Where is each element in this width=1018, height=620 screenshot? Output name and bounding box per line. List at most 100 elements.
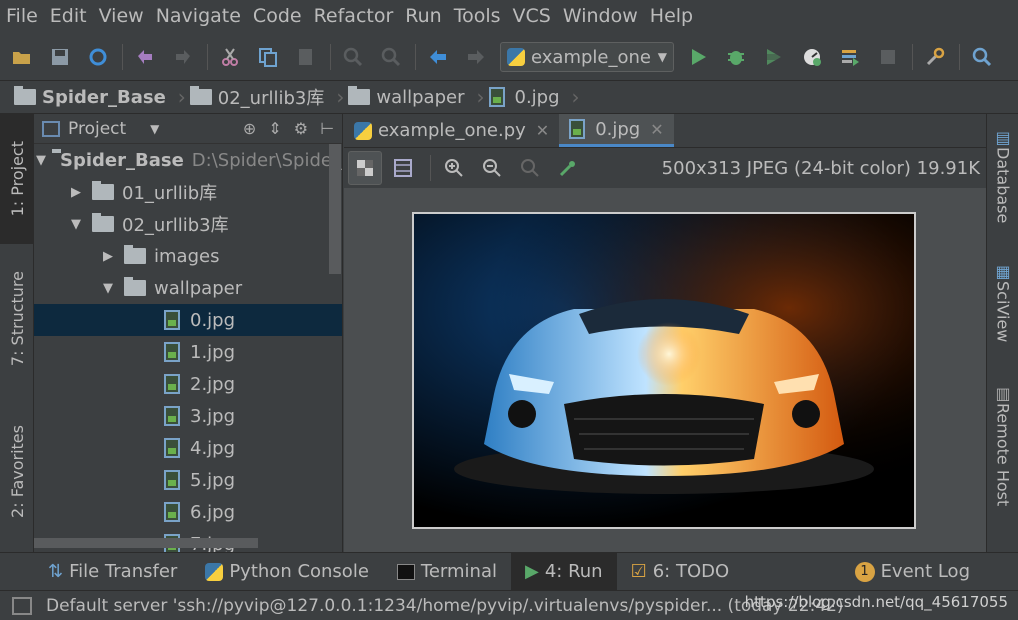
tab-database-label: Database — [993, 147, 1013, 224]
tree-item-file[interactable]: 5.jpg — [34, 464, 342, 496]
menu-tools[interactable]: Tools — [454, 5, 501, 27]
tab-label: example_one.py — [378, 120, 526, 141]
debug-icon[interactable] — [722, 43, 750, 71]
tree-item-folder[interactable]: ▶ 01_urllib库 — [34, 176, 342, 208]
color-picker-button[interactable] — [551, 151, 585, 185]
menu-view[interactable]: View — [99, 5, 144, 27]
toolbar-separator — [207, 44, 208, 70]
concurrency-icon[interactable] — [836, 43, 864, 71]
tree-item-file[interactable]: 3.jpg — [34, 400, 342, 432]
run-configuration-select[interactable]: example_one ▼ — [500, 42, 674, 72]
tab-python-console[interactable]: Python Console — [191, 553, 383, 591]
image-file-icon — [164, 470, 180, 490]
grid-icon — [394, 159, 412, 177]
tab-project[interactable]: 1: Project — [0, 114, 34, 244]
search-everywhere-icon[interactable] — [968, 43, 996, 71]
expand-arrow-icon[interactable]: ▼ — [36, 153, 46, 168]
collapse-icon[interactable]: ⇕ — [268, 119, 281, 138]
image-file-icon — [164, 374, 180, 394]
zoom-out-button[interactable] — [475, 151, 509, 185]
tree-item-folder[interactable]: ▶ images — [34, 240, 342, 272]
breadcrumb-item-file[interactable]: 0.jpg — [488, 87, 560, 108]
menu-run[interactable]: Run — [405, 5, 441, 27]
project-panel: Project ▼ ⊕ ⇕ ⚙ ⊢ ▼ Spider_Base D:\Spide… — [34, 114, 343, 552]
chevron-right-icon: › — [571, 85, 580, 109]
right-tool-strip: ▤ Database ▦ SciView ▥ Remote Host — [986, 114, 1018, 552]
tab-file-transfer[interactable]: ⇅ File Transfer — [34, 553, 191, 591]
tree-item-folder[interactable]: ▼ 02_urllib3库 — [34, 208, 342, 240]
folder-icon — [92, 181, 114, 200]
menu-navigate[interactable]: Navigate — [156, 5, 241, 27]
open-folder-icon[interactable] — [8, 43, 36, 71]
run-configuration-label: example_one — [531, 46, 651, 68]
chevron-down-icon[interactable]: ▼ — [150, 122, 159, 136]
tab-image[interactable]: 0.jpg ✕ — [559, 114, 674, 147]
coverage-icon[interactable] — [760, 43, 788, 71]
paste-icon[interactable] — [292, 43, 320, 71]
menu-refactor[interactable]: Refactor — [314, 5, 394, 27]
menu-file[interactable]: File — [6, 5, 38, 27]
save-icon[interactable] — [46, 43, 74, 71]
find-icon[interactable] — [339, 43, 367, 71]
breadcrumb-item-folder[interactable]: 02_urllib3库 — [189, 84, 324, 110]
chessboard-toggle[interactable] — [348, 151, 382, 185]
tab-todo[interactable]: ☑ 6: TODO — [617, 553, 744, 591]
tab-run[interactable]: ▶ 4: Run — [510, 552, 617, 591]
menu-code[interactable]: Code — [253, 5, 302, 27]
toggle-tool-windows-icon[interactable] — [12, 596, 32, 615]
tab-terminal[interactable]: Terminal — [383, 553, 511, 591]
profile-icon[interactable] — [798, 43, 826, 71]
tree-item-folder[interactable]: ▼ wallpaper — [34, 272, 342, 304]
toolbar-separator — [415, 44, 416, 70]
close-icon[interactable]: ✕ — [536, 121, 549, 140]
tab-remote-host[interactable]: ▥ Remote Host — [987, 384, 1018, 506]
tree-item-root[interactable]: ▼ Spider_Base D:\Spider\Spider_Base — [34, 144, 342, 176]
left-tool-strip: 1: Project 7: Structure 2: Favorites — [0, 114, 34, 552]
tree-item-label: 02_urllib3库 — [122, 215, 229, 236]
copy-icon[interactable] — [254, 43, 282, 71]
undo-icon[interactable] — [131, 43, 159, 71]
sync-icon[interactable] — [84, 43, 112, 71]
zoom-in-button[interactable] — [437, 151, 471, 185]
locate-icon[interactable]: ⊕ — [243, 119, 256, 138]
stop-icon[interactable] — [874, 43, 902, 71]
tab-favorites[interactable]: 2: Favorites — [0, 404, 34, 539]
menu-window[interactable]: Window — [563, 5, 638, 27]
tab-sciview[interactable]: ▦ SciView — [987, 262, 1018, 342]
menu-help[interactable]: Help — [650, 5, 693, 27]
collapse-arrow-icon[interactable]: ▶ — [66, 185, 86, 200]
tree-item-file[interactable]: 6.jpg — [34, 496, 342, 528]
tree-item-label: 5.jpg — [190, 469, 236, 491]
breadcrumb-item-project[interactable]: Spider_Base — [14, 86, 166, 108]
gear-icon[interactable]: ⚙ — [294, 119, 308, 138]
tab-structure[interactable]: 7: Structure — [0, 254, 34, 384]
tree-item-file[interactable]: 2.jpg — [34, 368, 342, 400]
vertical-scrollbar[interactable] — [329, 144, 341, 274]
run-icon[interactable] — [684, 43, 712, 71]
cut-icon[interactable] — [216, 43, 244, 71]
redo-icon[interactable] — [169, 43, 197, 71]
menu-vcs[interactable]: VCS — [513, 5, 551, 27]
forward-icon[interactable] — [462, 43, 490, 71]
tab-database[interactable]: ▤ Database — [987, 128, 1018, 223]
tab-event-log[interactable]: 1 Event Log — [841, 553, 984, 591]
expand-arrow-icon[interactable]: ▼ — [98, 281, 118, 296]
actual-size-button[interactable] — [513, 151, 547, 185]
menu-edit[interactable]: Edit — [50, 5, 87, 27]
tab-example-one[interactable]: example_one.py ✕ — [344, 114, 559, 147]
database-icon: ▤ — [993, 128, 1013, 147]
collapse-arrow-icon[interactable]: ▶ — [98, 249, 118, 264]
breadcrumb-item-subfolder[interactable]: wallpaper — [348, 86, 465, 108]
close-icon[interactable]: ✕ — [650, 120, 663, 139]
project-view-select[interactable]: Project — [68, 119, 126, 139]
horizontal-scrollbar[interactable] — [34, 538, 258, 548]
hide-panel-icon[interactable]: ⊢ — [320, 119, 334, 138]
replace-icon[interactable] — [377, 43, 405, 71]
back-icon[interactable] — [424, 43, 452, 71]
tree-item-file-selected[interactable]: 0.jpg — [34, 304, 342, 336]
grid-toggle[interactable] — [386, 151, 420, 185]
tree-item-file[interactable]: 1.jpg — [34, 336, 342, 368]
expand-arrow-icon[interactable]: ▼ — [66, 217, 86, 232]
tree-item-file[interactable]: 4.jpg — [34, 432, 342, 464]
settings-icon[interactable] — [921, 43, 949, 71]
